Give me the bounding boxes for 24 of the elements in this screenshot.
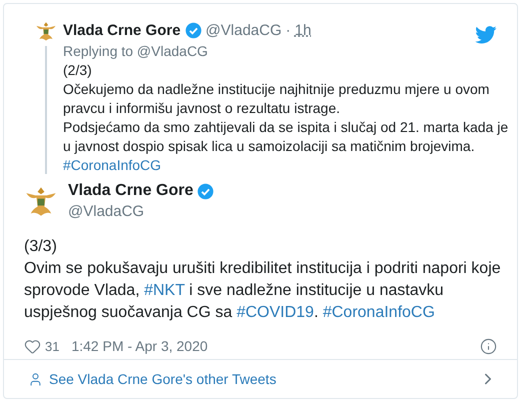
eagle-emblem-icon bbox=[34, 20, 56, 42]
tweet-text: (2/3) bbox=[63, 61, 93, 80]
info-icon[interactable] bbox=[480, 338, 497, 354]
hashtag-link[interactable]: #CoronaInfoCG bbox=[63, 157, 162, 173]
hashtag-link[interactable]: #CoronaInfoCG bbox=[322, 304, 435, 321]
replying-to-text: Replying to @VladaCG bbox=[63, 42, 209, 61]
tweet-time[interactable]: 1h bbox=[294, 22, 312, 38]
separator-dot: · bbox=[286, 22, 291, 38]
tweet-text: Podsjećamo da smo zahtijevali da se ispita i slučaj od 21. marta kada je u javnost dospio spisak lica u samoizolaciji sa matičnim brojevima. bbox=[63, 118, 510, 156]
hashtag-link[interactable]: #NKT bbox=[144, 282, 185, 299]
tweet-text: Očekujemo da nadležne institucije najhitnije preduzmu mjere u ovom pravcu i informišu javnost o rezultatu istrage. bbox=[63, 80, 490, 118]
tweet-timestamp[interactable]: 1:42 PM - Apr 3, 2020 bbox=[71, 338, 476, 354]
heart-icon bbox=[24, 338, 41, 354]
bird-icon[interactable] bbox=[475, 26, 497, 44]
author-handle[interactable]: @VladaCG bbox=[206, 22, 282, 38]
other-tweets-link[interactable]: See Vlada Crne Gore's other Tweets bbox=[4, 359, 517, 398]
author-handle[interactable]: @VladaCG bbox=[68, 203, 214, 220]
tweet-text: Ovim se pokušavaju urušiti kredibilitet institucija i podriti napori koje sprovode Vlada, #NKT i sve nadležne institucije u nastavku uspješnog suočavanja CG sa #COVID19. #CoronaInfoCG bbox=[24, 259, 502, 323]
hashtag-link[interactable]: #COVID19 bbox=[236, 304, 314, 321]
tweet-text: (3/3) bbox=[24, 237, 58, 257]
person-icon bbox=[28, 372, 43, 386]
like-button[interactable]: 31 bbox=[24, 338, 60, 354]
author-name[interactable]: Vlada Crne Gore bbox=[63, 22, 181, 38]
author-name[interactable]: Vlada Crne Gore bbox=[68, 182, 194, 200]
